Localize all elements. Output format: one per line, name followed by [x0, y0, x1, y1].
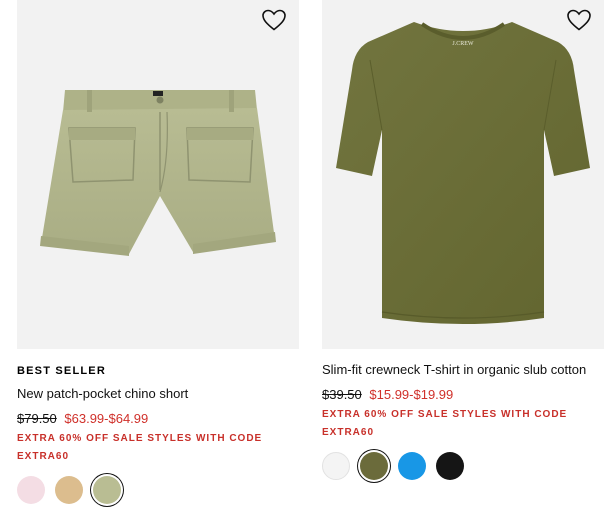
sale-price: $63.99-$64.99 [64, 411, 149, 426]
original-price: $79.50 [17, 411, 57, 426]
sale-price: $15.99-$19.99 [369, 387, 454, 402]
price-row: $79.50 $63.99-$64.99 [17, 411, 299, 427]
promo-text: EXTRA 60% OFF SALE STYLES WITH CODE EXTR… [17, 433, 263, 462]
crewneck-tee-image: J.CREW [336, 22, 590, 324]
color-swatch-blue[interactable] [398, 452, 426, 480]
product-card-chino-short[interactable]: BEST SELLER New patch-pocket chino short… [17, 0, 299, 504]
color-swatches [322, 452, 604, 480]
heart-icon[interactable] [261, 8, 287, 32]
color-swatch-sage[interactable] [93, 476, 121, 504]
heart-icon[interactable] [566, 8, 592, 32]
color-swatch-white[interactable] [322, 452, 350, 480]
price-row: $39.50 $15.99-$19.99 [322, 387, 604, 403]
svg-text:J.CREW: J.CREW [452, 41, 474, 47]
product-image[interactable]: J.CREW [322, 0, 604, 349]
best-seller-badge: BEST SELLER [17, 365, 106, 377]
chino-short-image [40, 90, 276, 256]
original-price: $39.50 [322, 387, 362, 402]
product-name[interactable]: New patch-pocket chino short [17, 386, 299, 402]
product-card-crewneck-tee[interactable]: J.CREW Slim-fit crewneck T-shirt in orga… [322, 0, 604, 480]
color-swatch-khaki[interactable] [55, 476, 83, 504]
promo-text: EXTRA 60% OFF SALE STYLES WITH CODE EXTR… [322, 409, 568, 438]
color-swatches [17, 476, 299, 504]
color-swatch-black[interactable] [436, 452, 464, 480]
product-image[interactable] [17, 0, 299, 349]
color-swatch-olive[interactable] [360, 452, 388, 480]
product-grid: BEST SELLER New patch-pocket chino short… [0, 0, 608, 511]
color-swatch-pink[interactable] [17, 476, 45, 504]
product-name[interactable]: Slim-fit crewneck T-shirt in organic slu… [322, 362, 604, 378]
